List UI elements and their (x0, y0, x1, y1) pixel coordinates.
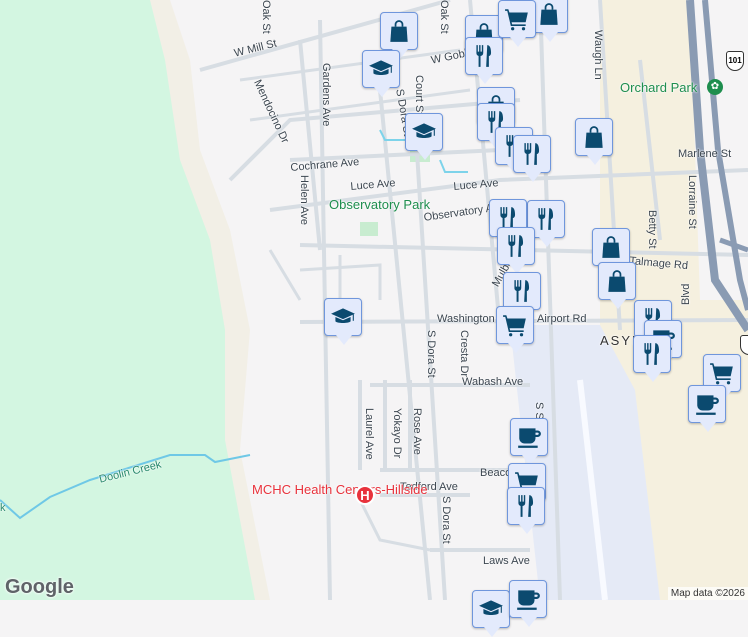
street-label: Court St (413, 75, 425, 116)
coffee-cup-icon (516, 424, 542, 450)
shopping-marker[interactable] (592, 228, 630, 275)
street-label: Oak St (438, 0, 450, 34)
shopping-cart-icon (504, 6, 530, 32)
park-label[interactable]: Observatory Park (329, 197, 430, 212)
street-label: Helen Ave (298, 175, 310, 225)
restaurant-marker[interactable] (465, 37, 503, 84)
park-label[interactable]: Orchard Park (620, 80, 697, 95)
street-label: S Dora St (440, 496, 452, 544)
street-label: Beaco (480, 467, 512, 479)
google-logo: Google (5, 576, 74, 598)
street-label: Laws Ave (483, 555, 530, 567)
shopping-bag-icon (386, 18, 412, 44)
street-label: Lorraine St (686, 175, 698, 229)
graduation-cap-icon (411, 119, 437, 145)
street-label: Rose Ave (411, 408, 423, 455)
fork-knife-icon (471, 43, 497, 69)
shopping-bag-icon (536, 1, 562, 27)
shopping-marker[interactable] (380, 12, 418, 59)
street-label: Wabash Ave (462, 376, 524, 388)
street-label: Cresta Dr (458, 330, 470, 378)
map-data-credit[interactable]: Map data ©2026 (667, 587, 748, 600)
street-label: Washington (437, 313, 495, 325)
graduation-cap-icon (368, 56, 394, 82)
grocery-marker[interactable] (496, 306, 534, 353)
restaurant-marker[interactable] (513, 135, 551, 182)
fork-knife-icon (513, 493, 539, 519)
street-label: Yokayo Dr (391, 408, 403, 459)
fork-knife-icon (509, 278, 535, 304)
school-marker[interactable] (324, 298, 362, 345)
street-label: Betty St (646, 210, 658, 249)
street-label: Blvd (680, 283, 692, 305)
fork-knife-icon (639, 341, 665, 367)
fork-knife-icon (533, 206, 559, 232)
school-marker[interactable] (472, 590, 510, 637)
street-label: Laurel Ave (363, 408, 375, 460)
restaurant-marker[interactable] (507, 487, 545, 534)
coffee-cup-icon (515, 586, 541, 612)
shopping-cart-icon (709, 360, 735, 386)
shopping-cart-icon (502, 312, 528, 338)
shopping-bag-icon (581, 124, 607, 150)
restaurant-marker[interactable] (503, 272, 541, 319)
cafe-marker[interactable] (688, 385, 726, 432)
shopping-bag-icon (598, 234, 624, 260)
fork-knife-icon (503, 233, 529, 259)
hospital-label[interactable]: MCHC Health Centers-Hillside (252, 482, 428, 497)
coffee-cup-icon (694, 391, 720, 417)
street-label: Marlene St (678, 148, 732, 160)
hospital-icon[interactable]: H (355, 485, 375, 505)
creek-label: k (0, 502, 6, 514)
restaurant-marker[interactable] (633, 335, 671, 382)
restaurant-marker[interactable] (497, 227, 535, 274)
shopping-marker[interactable] (575, 118, 613, 165)
street-label: S Dora St (425, 330, 437, 378)
cafe-marker[interactable] (509, 580, 547, 627)
street-label: Waugh Ln (592, 30, 604, 80)
street-label: Airport Rd (537, 313, 587, 325)
grocery-marker[interactable] (498, 0, 536, 47)
cafe-marker[interactable] (510, 418, 548, 465)
shopping-bag-icon (604, 268, 630, 294)
fork-knife-icon (519, 141, 545, 167)
school-marker[interactable] (362, 50, 400, 97)
park-icon: ✿ (707, 79, 723, 95)
school-marker[interactable] (405, 113, 443, 160)
street-label: Gardens Ave (320, 63, 332, 127)
shopping-marker[interactable] (598, 262, 636, 309)
street-label: Oak St (260, 0, 272, 34)
highway-shield-icon: 101 (726, 51, 744, 71)
graduation-cap-icon (330, 304, 356, 330)
